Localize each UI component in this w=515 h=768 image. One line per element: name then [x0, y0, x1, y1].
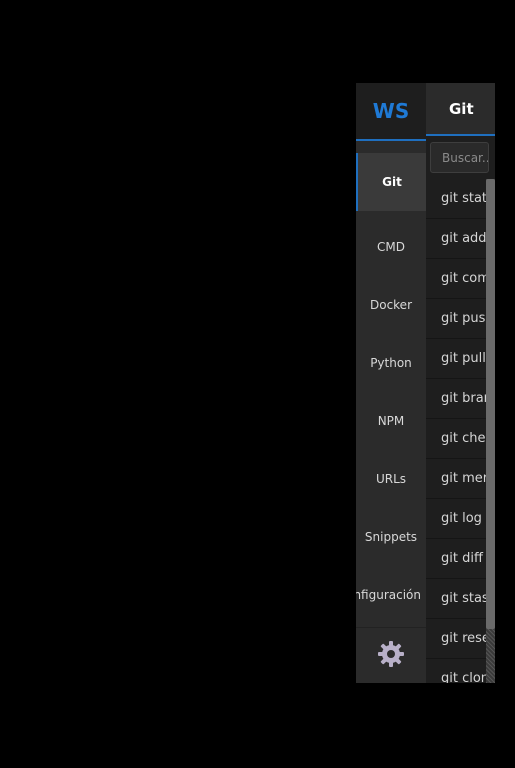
command-list: git status git add git commit git push g… — [426, 179, 486, 683]
command-item-git-checkout[interactable]: git checkout — [426, 419, 486, 459]
command-item-git-status[interactable]: git status — [426, 179, 486, 219]
command-item-git-clone[interactable]: git clone — [426, 659, 486, 683]
sidebar-item-configuracion[interactable]: Configuración — [356, 566, 426, 624]
sidebar-item-git[interactable]: Git — [356, 153, 426, 211]
settings-button[interactable] — [356, 627, 426, 683]
sidebar-item-snippets[interactable]: Snippets — [356, 508, 426, 566]
workspace-app-window: WS Git CMD Docker Python NPM URLs Snippe… — [356, 83, 495, 683]
scrollbar-grip — [486, 629, 495, 683]
command-item-git-merge[interactable]: git merge — [426, 459, 486, 499]
command-item-git-add[interactable]: git add — [426, 219, 486, 259]
search-bar — [426, 136, 495, 179]
command-item-git-log[interactable]: git log — [426, 499, 486, 539]
sidebar-item-npm[interactable]: NPM — [356, 392, 426, 450]
command-item-git-commit[interactable]: git commit — [426, 259, 486, 299]
sidebar-item-urls[interactable]: URLs — [356, 450, 426, 508]
sidebar: WS Git CMD Docker Python NPM URLs Snippe… — [356, 83, 426, 683]
commands-panel: Git git status git add git commit git pu… — [426, 83, 495, 683]
command-item-git-reset[interactable]: git reset — [426, 619, 486, 659]
panel-title: Git — [426, 83, 495, 136]
sidebar-item-cmd[interactable]: CMD — [356, 218, 426, 276]
scrollbar-thumb[interactable] — [486, 179, 495, 629]
command-item-git-branch[interactable]: git branch — [426, 379, 486, 419]
sidebar-item-python[interactable]: Python — [356, 334, 426, 392]
gear-icon — [377, 640, 405, 672]
vertical-scrollbar[interactable] — [486, 179, 495, 683]
command-item-git-pull[interactable]: git pull — [426, 339, 486, 379]
search-input[interactable] — [430, 142, 489, 173]
command-item-git-stash[interactable]: git stash — [426, 579, 486, 619]
app-logo: WS — [356, 83, 426, 141]
sidebar-item-docker[interactable]: Docker — [356, 276, 426, 334]
command-item-git-diff[interactable]: git diff — [426, 539, 486, 579]
command-item-git-push[interactable]: git push — [426, 299, 486, 339]
